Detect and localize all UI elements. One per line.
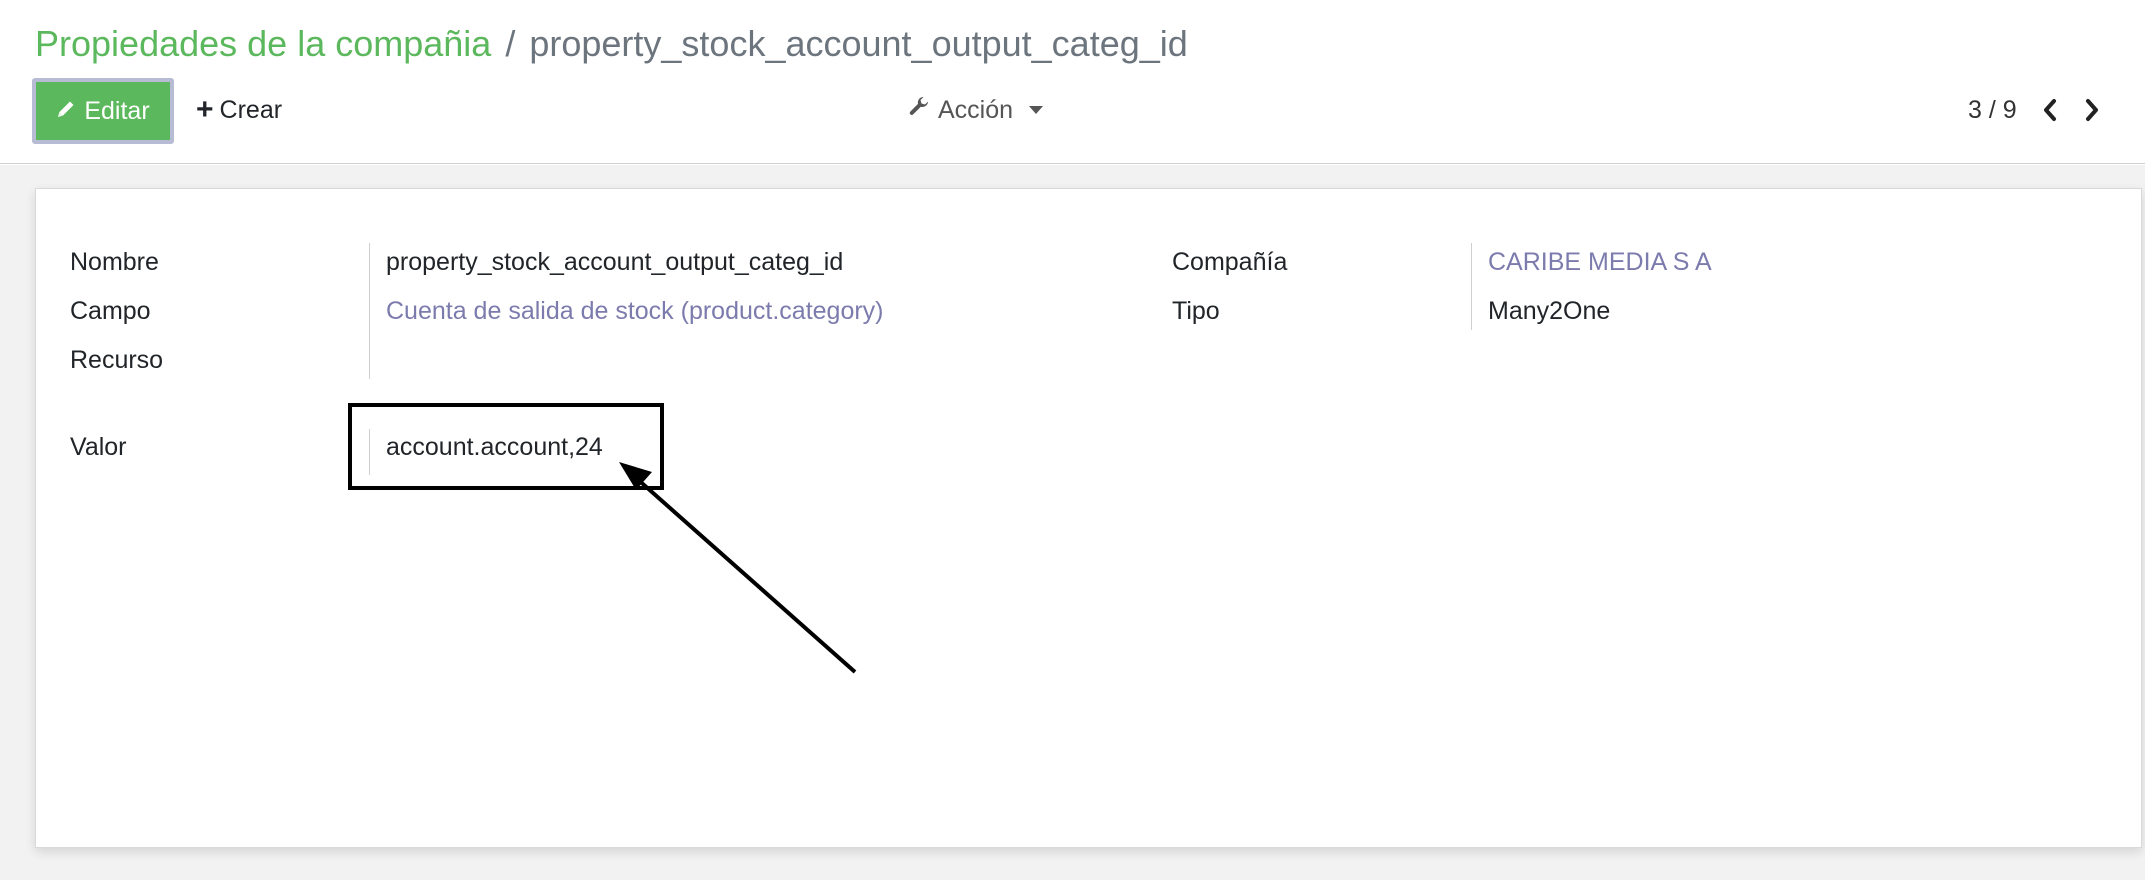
campo-value-link[interactable]: Cuenta de salida de stock (product.categ… [386, 297, 884, 326]
control-panel: Propiedades de la compañia / property_stoc… [0, 0, 2145, 164]
breadcrumb: Propiedades de la compañia / property_stoc… [35, 20, 1188, 68]
compania-label: Compañía [1172, 248, 1288, 276]
wrench-icon [908, 96, 930, 125]
pager-previous-button[interactable] [2041, 98, 2059, 122]
right-column-divider [1471, 243, 1472, 330]
breadcrumb-current: property_stock_account_output_categ_id [529, 23, 1188, 64]
edit-button[interactable]: Editar [32, 78, 174, 144]
action-dropdown[interactable]: Acción [908, 88, 1044, 132]
valor-label: Valor [70, 433, 127, 461]
tipo-value: Many2One [1488, 297, 1611, 325]
nombre-value: property_stock_account_output_categ_id [386, 248, 844, 276]
annotation-highlight-box [348, 403, 664, 490]
campo-label: Campo [70, 297, 151, 325]
action-dropdown-label: Acción [938, 95, 1014, 124]
left-column-divider [369, 243, 370, 379]
create-button[interactable]: + Crear [196, 88, 282, 132]
pencil-icon [56, 97, 76, 126]
nombre-label: Nombre [70, 248, 159, 276]
form-sheet: Nombre property_stock_account_output_cat… [35, 188, 2142, 848]
pager-value[interactable]: 3 / 9 [1968, 96, 2017, 125]
create-button-label: Crear [219, 95, 283, 124]
compania-value-link[interactable]: CARIBE MEDIA S A [1488, 248, 1712, 277]
chevron-right-icon [2085, 99, 2098, 121]
recurso-label: Recurso [70, 346, 164, 374]
pager-next-button[interactable] [2083, 98, 2101, 122]
breadcrumb-separator: / [505, 23, 516, 64]
plus-icon: + [196, 93, 214, 126]
pager: 3 / 9 [1968, 90, 2101, 130]
chevron-left-icon [2043, 99, 2056, 121]
breadcrumb-parent-link[interactable]: Propiedades de la compañia [35, 23, 491, 64]
edit-button-label: Editar [84, 96, 150, 125]
tipo-label: Tipo [1172, 297, 1220, 325]
caret-down-icon [1029, 106, 1044, 114]
